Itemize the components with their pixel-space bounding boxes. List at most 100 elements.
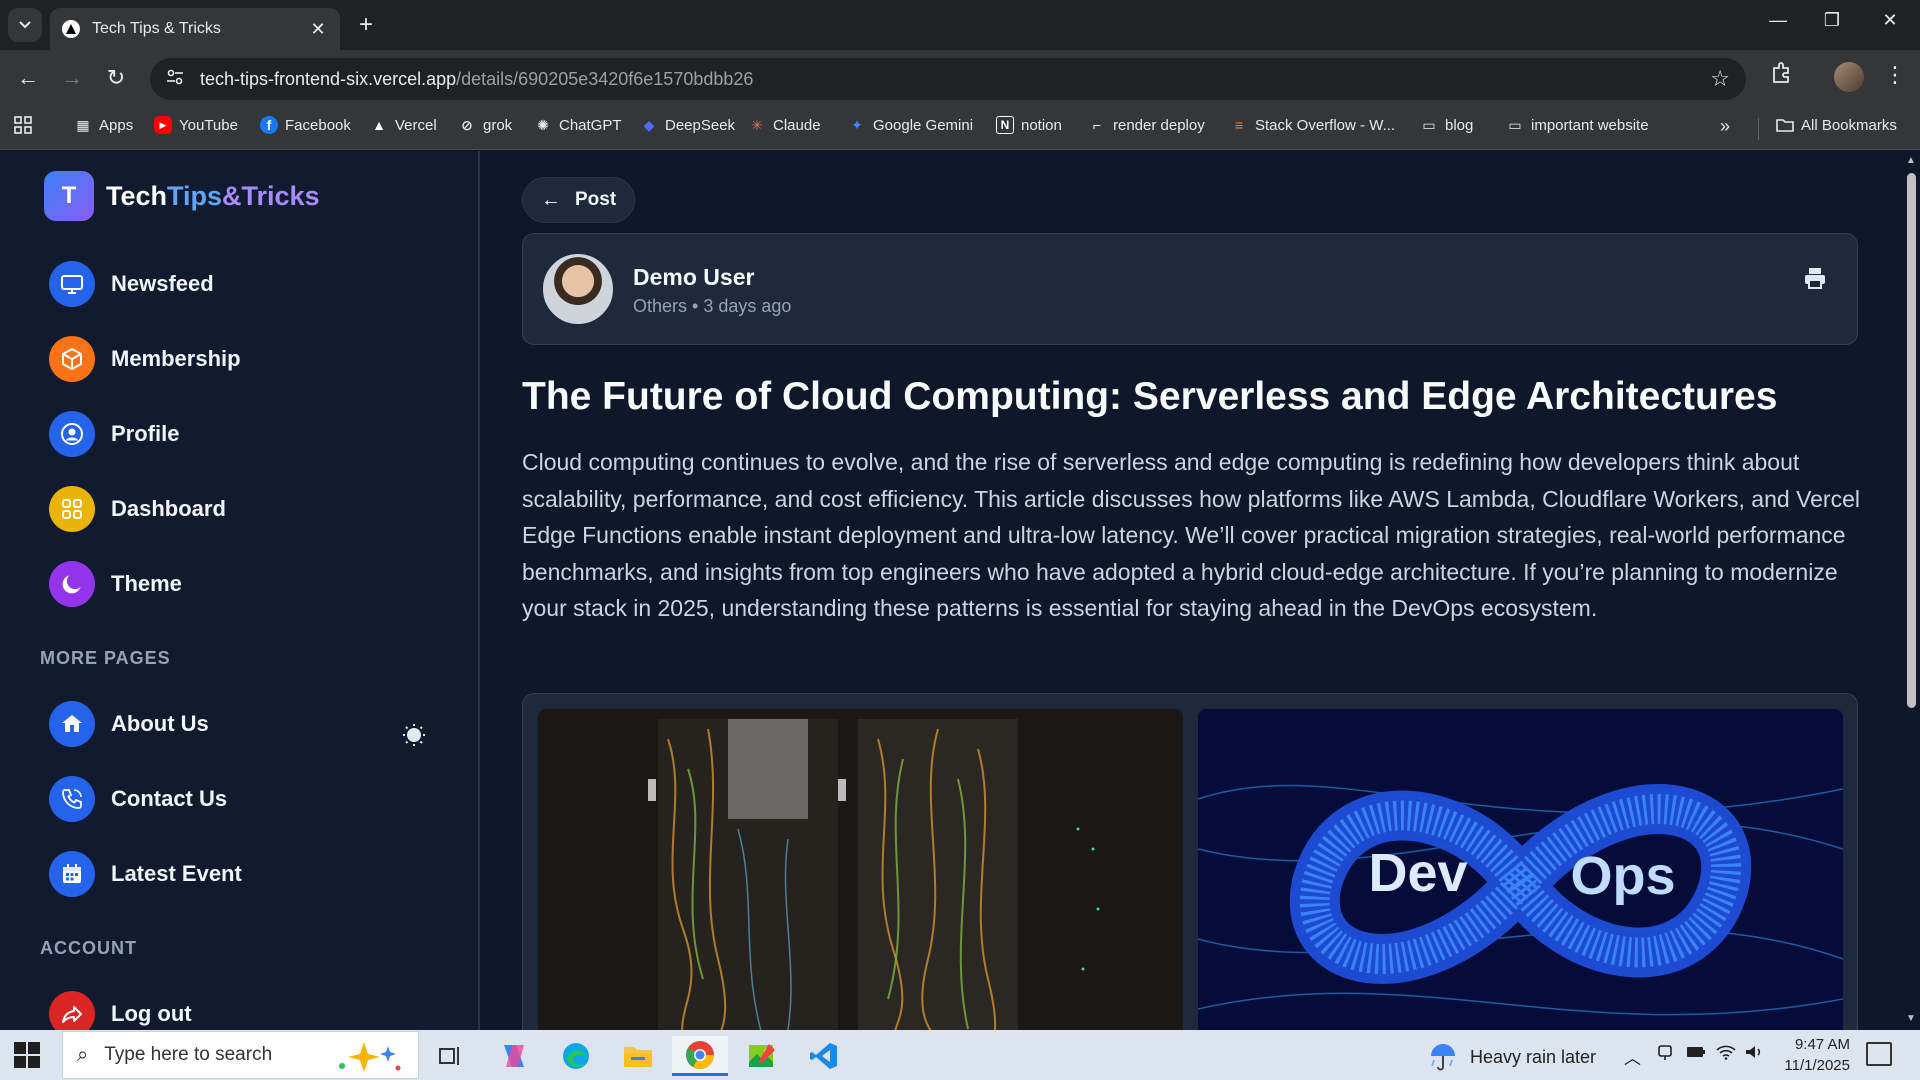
sidebar-item-membership[interactable]: Membership — [49, 336, 241, 382]
moon-icon — [49, 561, 95, 607]
sidebar-item-label: Latest Event — [111, 861, 242, 886]
bookmark-label: Facebook — [285, 116, 351, 134]
browser-menu-icon[interactable]: ⋮ — [1884, 62, 1906, 88]
sidebar-item-contact-us[interactable]: Contact Us — [49, 776, 227, 822]
bookmark-item[interactable]: ◆ DeepSeek — [640, 116, 735, 134]
stackoverflow-icon: ≡ — [1234, 117, 1244, 133]
apps-grid-icon[interactable] — [14, 116, 32, 134]
bookmark-item[interactable]: ▦ Apps — [74, 116, 133, 134]
tab-search-dropdown[interactable] — [8, 8, 42, 42]
chevron-down-icon — [19, 21, 31, 29]
bookmark-item[interactable]: ✺ ChatGPT — [534, 116, 622, 134]
site-logo[interactable]: T TechTips&Tricks — [44, 171, 320, 221]
folder-icon — [1776, 116, 1794, 134]
extensions-icon[interactable] — [1770, 62, 1792, 90]
bookmark-item[interactable]: ⊘ grok — [458, 116, 512, 134]
url-host: tech-tips-frontend-six.vercel.app — [200, 68, 457, 89]
minimize-icon[interactable]: — — [1758, 10, 1798, 31]
file-explorer-icon[interactable] — [610, 1036, 666, 1076]
bookmarks-overflow-icon[interactable]: » — [1720, 116, 1730, 137]
bookmark-item[interactable]: ⌐ render deploy — [1088, 116, 1205, 134]
forward-arrow-icon[interactable]: → — [58, 64, 86, 92]
sidebar-item-latest-event[interactable]: Latest Event — [49, 851, 242, 897]
back-to-posts-button[interactable]: ← Post — [522, 177, 636, 223]
bookmark-item[interactable]: ▶ YouTube — [154, 116, 238, 134]
bookmark-item[interactable]: ✦ Google Gemini — [848, 116, 973, 134]
wifi-icon[interactable] — [1716, 1044, 1736, 1065]
battery-icon[interactable] — [1686, 1044, 1706, 1065]
bookmark-label: Claude — [773, 116, 821, 134]
scroll-thumb[interactable] — [1907, 173, 1916, 708]
bookmark-item[interactable]: ▭ blog — [1420, 116, 1473, 134]
restore-icon[interactable]: ❐ — [1812, 10, 1852, 31]
devops-ops-text: Ops — [1570, 846, 1675, 906]
print-icon[interactable] — [1801, 264, 1829, 292]
devops-infinity-image[interactable]: Dev Ops — [1198, 709, 1843, 1030]
theme-toggle-sun-icon[interactable] — [400, 721, 428, 749]
image-app-icon[interactable] — [734, 1036, 790, 1076]
tab-title: Tech Tips & Tricks — [92, 20, 221, 37]
sidebar-item-log-out[interactable]: Log out — [49, 991, 192, 1030]
profile-avatar[interactable] — [1834, 62, 1864, 92]
taskbar-clock[interactable]: 9:47 AM 11/1/2025 — [1770, 1034, 1850, 1076]
meet-now-icon[interactable] — [1656, 1044, 1674, 1067]
url-text: tech-tips-frontend-six.vercel.app/detail… — [200, 69, 753, 90]
reload-icon[interactable]: ↻ — [102, 64, 130, 92]
bookmark-item[interactable]: Nnotion — [996, 116, 1062, 134]
bookmark-star-icon[interactable]: ☆ — [1710, 66, 1730, 92]
post-image-gallery: Dev Ops — [522, 693, 1858, 1030]
sidebar-item-about-us[interactable]: About Us — [49, 701, 209, 747]
youtube-icon: ▶ — [154, 116, 172, 134]
new-tab-button[interactable]: + — [352, 12, 380, 38]
scroll-down-icon[interactable]: ▼ — [1906, 1013, 1916, 1024]
sidebar-item-profile[interactable]: Profile — [49, 411, 179, 457]
facebook-icon: f — [260, 116, 278, 134]
search-highlight-icon — [334, 1040, 404, 1079]
logo-mark: T — [44, 171, 94, 221]
close-tab-icon[interactable]: ✕ — [308, 19, 328, 40]
notifications-icon[interactable] — [1866, 1042, 1892, 1066]
sidebar-item-label: About Us — [111, 711, 209, 736]
site-favicon-icon — [62, 20, 80, 38]
browser-tab[interactable]: Tech Tips & Tricks ✕ — [50, 8, 340, 50]
monitor-icon — [49, 261, 95, 307]
show-hidden-icons-icon[interactable]: ︿ — [1624, 1044, 1641, 1069]
scroll-up-icon[interactable]: ▲ — [1906, 155, 1916, 166]
copilot-icon[interactable] — [486, 1036, 542, 1076]
post-meta: Others • 3 days ago — [633, 296, 792, 316]
server-rack-image[interactable] — [538, 709, 1183, 1030]
umbrella-rain-icon — [1431, 1044, 1455, 1071]
site-info-icon[interactable] — [166, 69, 184, 90]
back-arrow-icon[interactable]: ← — [14, 64, 42, 92]
sidebar-item-theme[interactable]: Theme — [49, 561, 182, 607]
edge-icon[interactable] — [548, 1036, 604, 1076]
all-bookmarks-button[interactable]: All Bookmarks — [1776, 116, 1897, 134]
bookmark-label: notion — [1021, 116, 1062, 134]
bookmark-item[interactable]: ✳ Claude — [748, 116, 821, 134]
close-window-icon[interactable]: ✕ — [1870, 10, 1910, 31]
weather-widget[interactable]: Heavy rain later — [1428, 1042, 1596, 1072]
bookmark-label: ChatGPT — [559, 116, 622, 134]
post-title: The Future of Cloud Computing: Serverles… — [522, 375, 1778, 418]
bookmark-item[interactable]: f Facebook — [260, 116, 351, 134]
task-view-icon[interactable] — [422, 1036, 478, 1076]
taskbar-search-input[interactable]: ⌕ Type here to search — [62, 1031, 419, 1079]
bookmark-label: render deploy — [1113, 116, 1205, 134]
deepseek-icon: ◆ — [643, 116, 655, 133]
sidebar-item-newsfeed[interactable]: Newsfeed — [49, 261, 214, 307]
sidebar-item-dashboard[interactable]: Dashboard — [49, 486, 226, 532]
bookmark-item[interactable]: ▲ Vercel — [370, 116, 437, 134]
post-detail: ← Post Demo User Others • 3 days ago The… — [482, 151, 1902, 1030]
author-avatar — [543, 254, 613, 324]
vscode-icon[interactable] — [796, 1036, 852, 1076]
chrome-icon[interactable] — [672, 1036, 728, 1076]
page-scrollbar[interactable]: ▲ ▼ — [1902, 151, 1920, 1030]
sidebar-item-label: Newsfeed — [111, 271, 214, 296]
bookmark-item[interactable]: ≡ Stack Overflow - W... — [1230, 116, 1395, 134]
windows-start-icon[interactable] — [14, 1042, 40, 1068]
bookmark-label: blog — [1445, 116, 1474, 134]
bookmarks-bar: ▦ Apps ▶ YouTube f Facebook ▲ Vercel ⊘ grok ✺ ChatG… — [0, 106, 1920, 150]
volume-icon[interactable] — [1744, 1044, 1764, 1065]
bookmark-item[interactable]: ▭ important website — [1506, 116, 1648, 134]
address-bar[interactable]: tech-tips-frontend-six.vercel.app/detail… — [150, 58, 1746, 100]
